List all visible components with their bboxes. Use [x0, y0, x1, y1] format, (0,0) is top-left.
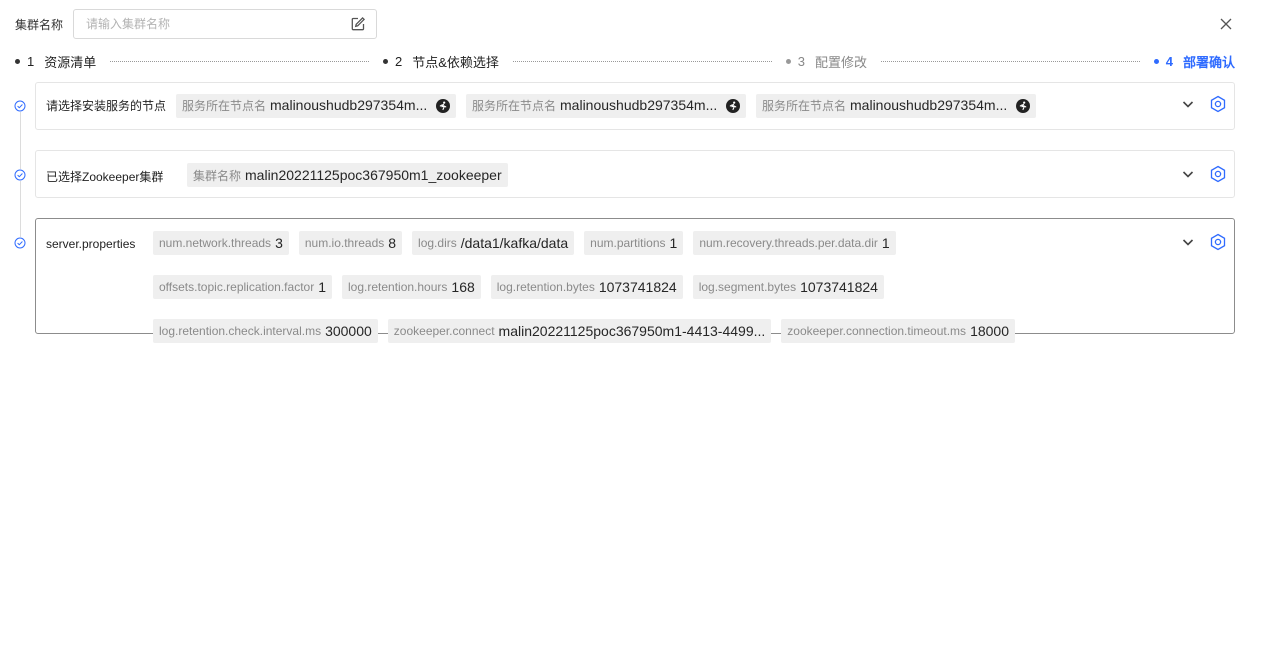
- cluster-name-input[interactable]: [86, 17, 350, 31]
- edit-icon[interactable]: [350, 16, 366, 32]
- step-connector: [110, 60, 370, 62]
- tag-value: 1: [669, 235, 678, 251]
- property-tag[interactable]: num.partitions 1: [584, 231, 684, 255]
- tag-value: 300000: [325, 323, 372, 339]
- property-tag[interactable]: num.io.threads 8: [298, 231, 403, 255]
- tag-value: 8: [388, 235, 397, 251]
- step-1[interactable]: 1 资源清单: [15, 52, 96, 71]
- tag-key: log.dirs: [418, 236, 457, 250]
- node-run-icon: [1016, 99, 1030, 113]
- step-number: 1: [27, 53, 35, 69]
- property-tag[interactable]: log.segment.bytes 1073741824: [692, 275, 884, 299]
- step-4[interactable]: 4 部署确认: [1153, 52, 1235, 71]
- tag-key: 服务所在节点名: [472, 99, 557, 113]
- zookeeper-tag-list: 集群名称 malin20221125poc367950m1_zookeeper: [187, 163, 1187, 187]
- nodes-card: 请选择安装服务的节点 服务所在节点名 malinoushudb297354m...…: [35, 82, 1235, 130]
- chevron-down-icon[interactable]: [1181, 97, 1195, 111]
- node-tag[interactable]: 服务所在节点名 malinoushudb297354m...: [756, 94, 1036, 118]
- step-label: 部署确认: [1182, 54, 1235, 70]
- tag-key: num.network.threads: [159, 236, 272, 250]
- tag-key: num.io.threads: [304, 236, 385, 250]
- property-tag[interactable]: log.retention.bytes 1073741824: [490, 275, 683, 299]
- step-connector: [512, 60, 772, 62]
- step-3[interactable]: 3 配置修改: [785, 52, 867, 71]
- steps-bar: 1 资源清单 2 节点&依赖选择 3 配置修改 4 部署确认: [15, 52, 1235, 70]
- tag-key: zookeeper.connect: [393, 324, 495, 338]
- tag-key: log.retention.hours: [348, 280, 448, 294]
- chevron-down-icon[interactable]: [1181, 235, 1195, 249]
- properties-tag-list: num.network.threads 3 num.io.threads 8 log…: [153, 231, 1163, 343]
- tag-value: 1073741824: [800, 279, 878, 295]
- cluster-name-field[interactable]: [73, 9, 377, 39]
- property-tag[interactable]: num.network.threads 3: [153, 231, 289, 255]
- settings-icon[interactable]: [1209, 233, 1227, 251]
- nodes-controls: [1181, 95, 1227, 113]
- chevron-down-icon[interactable]: [1181, 167, 1195, 181]
- tag-value: malinoushudb297354m...: [270, 97, 428, 113]
- property-tag[interactable]: num.recovery.threads.per.data.dir 1: [693, 231, 896, 255]
- zookeeper-tag[interactable]: 集群名称 malin20221125poc367950m1_zookeeper: [187, 163, 508, 187]
- property-tag[interactable]: log.retention.check.interval.ms 300000: [153, 319, 378, 343]
- tag-value: 1073741824: [598, 279, 677, 295]
- zookeeper-controls: [1181, 165, 1227, 183]
- tag-value: malinoushudb297354m...: [850, 97, 1008, 113]
- tag-value: malin20221125poc367950m1-4413-4499...: [498, 323, 766, 339]
- tag-value: malin20221125poc367950m1_zookeeper: [245, 167, 502, 183]
- tag-key: 服务所在节点名: [762, 99, 847, 113]
- property-tag[interactable]: log.dirs/data1/kafka/data: [412, 231, 575, 255]
- settings-icon[interactable]: [1209, 95, 1227, 113]
- node-run-icon: [436, 99, 450, 113]
- tag-key: log.retention.bytes: [496, 280, 595, 294]
- step-number: 3: [797, 53, 805, 69]
- property-tag[interactable]: offsets.topic.replication.factor 1: [153, 275, 332, 299]
- check-circle-icon: [14, 237, 26, 249]
- tag-value: 1: [318, 279, 326, 295]
- step-number: 2: [395, 53, 403, 69]
- properties-title: server.properties: [46, 237, 136, 251]
- tag-key: offsets.topic.replication.factor: [159, 280, 315, 294]
- step-label: 配置修改: [814, 54, 867, 70]
- cluster-name-label: 集群名称: [15, 17, 64, 32]
- zookeeper-title: 已选择Zookeeper集群: [46, 170, 164, 184]
- property-tag[interactable]: zookeeper.connection.timeout.ms 18000: [781, 319, 1015, 343]
- property-tag[interactable]: log.retention.hours 168: [342, 275, 481, 299]
- step-dot: [785, 58, 791, 64]
- step-dot: [1153, 58, 1159, 64]
- tag-key: 集群名称: [193, 168, 242, 183]
- zookeeper-card: 已选择Zookeeper集群 集群名称 malin20221125poc36795…: [35, 150, 1235, 198]
- step-connector: [880, 60, 1140, 62]
- tag-value: /data1/kafka/data: [460, 235, 569, 251]
- properties-controls: [1181, 233, 1227, 251]
- check-circle-icon: [14, 169, 26, 181]
- tag-value: 168: [451, 279, 475, 295]
- tag-value: 1: [881, 235, 890, 251]
- close-icon[interactable]: [1218, 16, 1234, 32]
- step-number: 4: [1165, 53, 1173, 69]
- step-label: 资源清单: [44, 54, 97, 70]
- node-tag[interactable]: 服务所在节点名 malinoushudb297354m...: [176, 94, 456, 118]
- tag-key: log.segment.bytes: [698, 280, 797, 294]
- tag-key: zookeeper.connection.timeout.ms: [787, 324, 967, 338]
- cluster-name-row: 集群名称: [15, 8, 377, 40]
- node-run-icon: [726, 99, 740, 113]
- settings-icon[interactable]: [1209, 165, 1227, 183]
- step-dot: [383, 58, 389, 64]
- tag-key: log.retention.check.interval.ms: [159, 324, 322, 338]
- nodes-tag-list: 服务所在节点名 malinoushudb297354m... 服务所在节点名 mal…: [176, 94, 1176, 118]
- tag-value: 18000: [970, 323, 1009, 339]
- tag-key: num.recovery.threads.per.data.dir: [699, 236, 878, 250]
- tag-value: malinoushudb297354m...: [560, 97, 718, 113]
- property-tag[interactable]: zookeeper.connect malin20221125poc367950m…: [387, 319, 772, 343]
- tag-value: 3: [275, 235, 283, 251]
- properties-card: server.properties num.network.threads 3 n…: [35, 218, 1235, 343]
- tag-key: num.partitions: [590, 236, 666, 250]
- step-2[interactable]: 2 节点&依赖选择: [383, 52, 499, 71]
- step-label: 节点&依赖选择: [412, 54, 499, 70]
- nodes-title: 请选择安装服务的节点: [46, 99, 167, 113]
- step-dot: [15, 58, 20, 64]
- node-tag[interactable]: 服务所在节点名 malinoushudb297354m...: [466, 94, 746, 118]
- check-circle-icon: [14, 100, 26, 112]
- tag-key: 服务所在节点名: [182, 99, 267, 113]
